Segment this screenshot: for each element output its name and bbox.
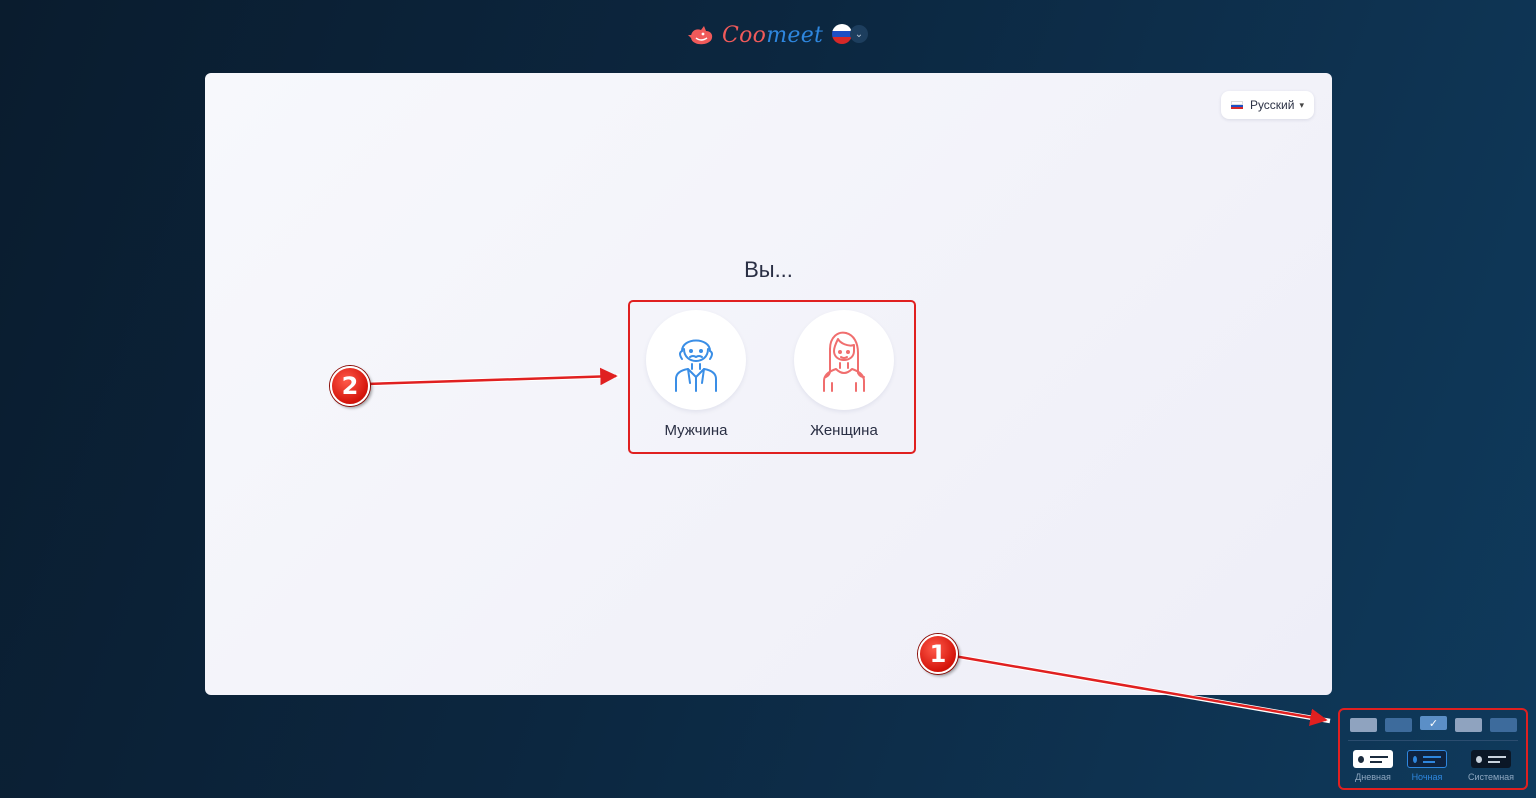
theme-strip (1455, 718, 1482, 732)
russia-flag-icon (832, 24, 852, 44)
female-avatar-icon (823, 331, 865, 392)
header-language-selector[interactable]: ⌄ (832, 24, 872, 44)
day-theme-icon (1353, 750, 1393, 768)
theme-label-day: Дневная (1355, 772, 1391, 782)
logo-text: Coomeet (722, 22, 824, 48)
theme-strip (1350, 718, 1377, 732)
gender-label-female: Женщина (810, 422, 878, 439)
gender-option-female[interactable]: Женщина (792, 310, 896, 439)
female-avatar[interactable] (794, 310, 894, 410)
language-button[interactable]: Русский ▾ (1220, 91, 1314, 119)
theme-option-day[interactable]: Дневная (1343, 750, 1403, 782)
theme-label-night: Ночная (1411, 772, 1443, 782)
russia-flag-icon (1230, 101, 1243, 109)
top-bar: Coomeet ⌄ (0, 18, 1536, 52)
annotation-badge-2: 2 (330, 366, 370, 406)
main-panel: Русский ▾ Вы... Мужчина Женщина (205, 73, 1332, 695)
theme-option-night[interactable]: Ночная (1397, 750, 1457, 782)
chevron-down-icon: ▾ (1299, 99, 1304, 110)
coomeet-logo[interactable]: Coomeet (688, 20, 823, 50)
gender-label-male: Мужчина (664, 422, 728, 439)
chevron-down-icon: ⌄ (850, 25, 868, 43)
divider (1348, 740, 1518, 741)
theme-option-system[interactable]: Системная (1461, 750, 1521, 782)
theme-label-system: Системная (1467, 772, 1515, 782)
gender-option-male[interactable]: Мужчина (644, 310, 748, 439)
night-theme-icon (1407, 750, 1447, 768)
theme-strip (1385, 718, 1412, 732)
system-theme-icon (1471, 750, 1511, 768)
theme-strip (1490, 718, 1517, 732)
bird-logo-icon (688, 26, 713, 45)
male-avatar-icon (675, 339, 717, 392)
language-label: Русский (1249, 98, 1295, 112)
gender-question: Вы... (744, 257, 793, 282)
checkmark-icon: ✓ (1420, 716, 1447, 730)
theme-switcher: ✓ Дневная Ночная Системная (1338, 708, 1528, 790)
male-avatar[interactable] (646, 310, 746, 410)
gender-selection: Мужчина Женщина (628, 300, 916, 454)
annotation-badge-1: 1 (918, 634, 958, 674)
